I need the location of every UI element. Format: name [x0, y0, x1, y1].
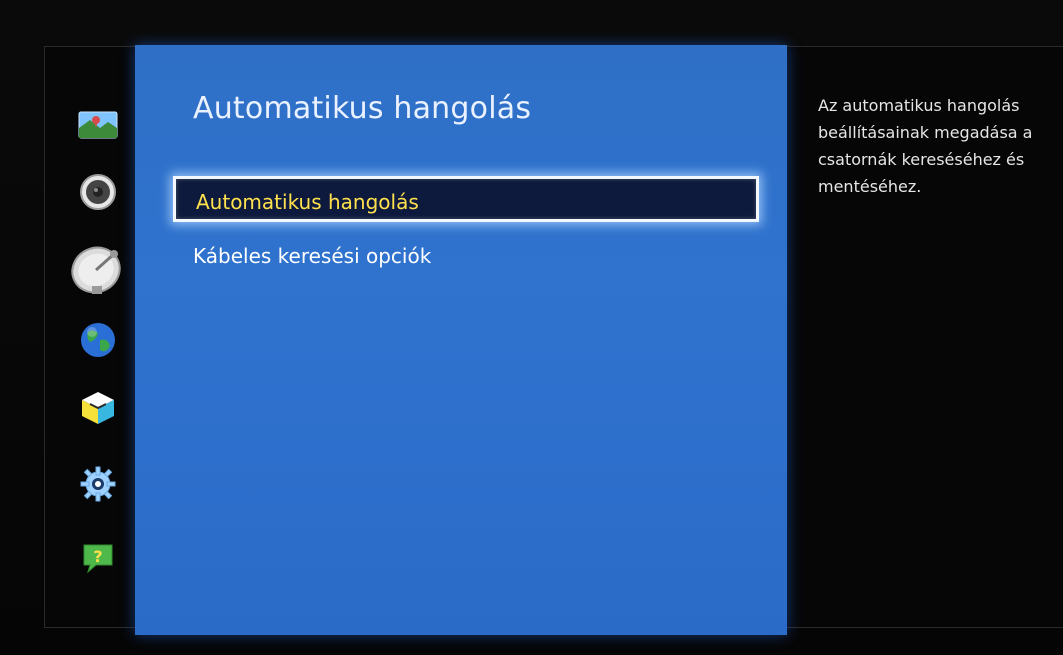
network-globe-icon[interactable]: [76, 318, 120, 362]
tv-screen: ? Automatikus hangolás Automatikus hango…: [0, 0, 1063, 655]
help-description: Az automatikus hangolás beállításainak m…: [818, 96, 1033, 196]
broadcast-satellite-icon[interactable]: [68, 240, 128, 300]
support-question-icon[interactable]: ?: [76, 535, 120, 579]
svg-text:?: ?: [93, 547, 102, 566]
menu-item-cable-search-options[interactable]: Kábeles keresési opciók: [173, 233, 759, 279]
smart-features-cube-icon[interactable]: [76, 386, 120, 430]
sound-icon[interactable]: [76, 170, 120, 214]
menu-panel: Automatikus hangolás Automatikus hangolá…: [135, 45, 787, 635]
page-title: Automatikus hangolás: [193, 91, 532, 126]
menu-item-automatic-tuning[interactable]: Automatikus hangolás: [173, 176, 759, 222]
category-sidebar: ?: [56, 90, 146, 600]
settings-gear-icon[interactable]: [76, 462, 120, 506]
picture-icon[interactable]: [76, 102, 120, 146]
